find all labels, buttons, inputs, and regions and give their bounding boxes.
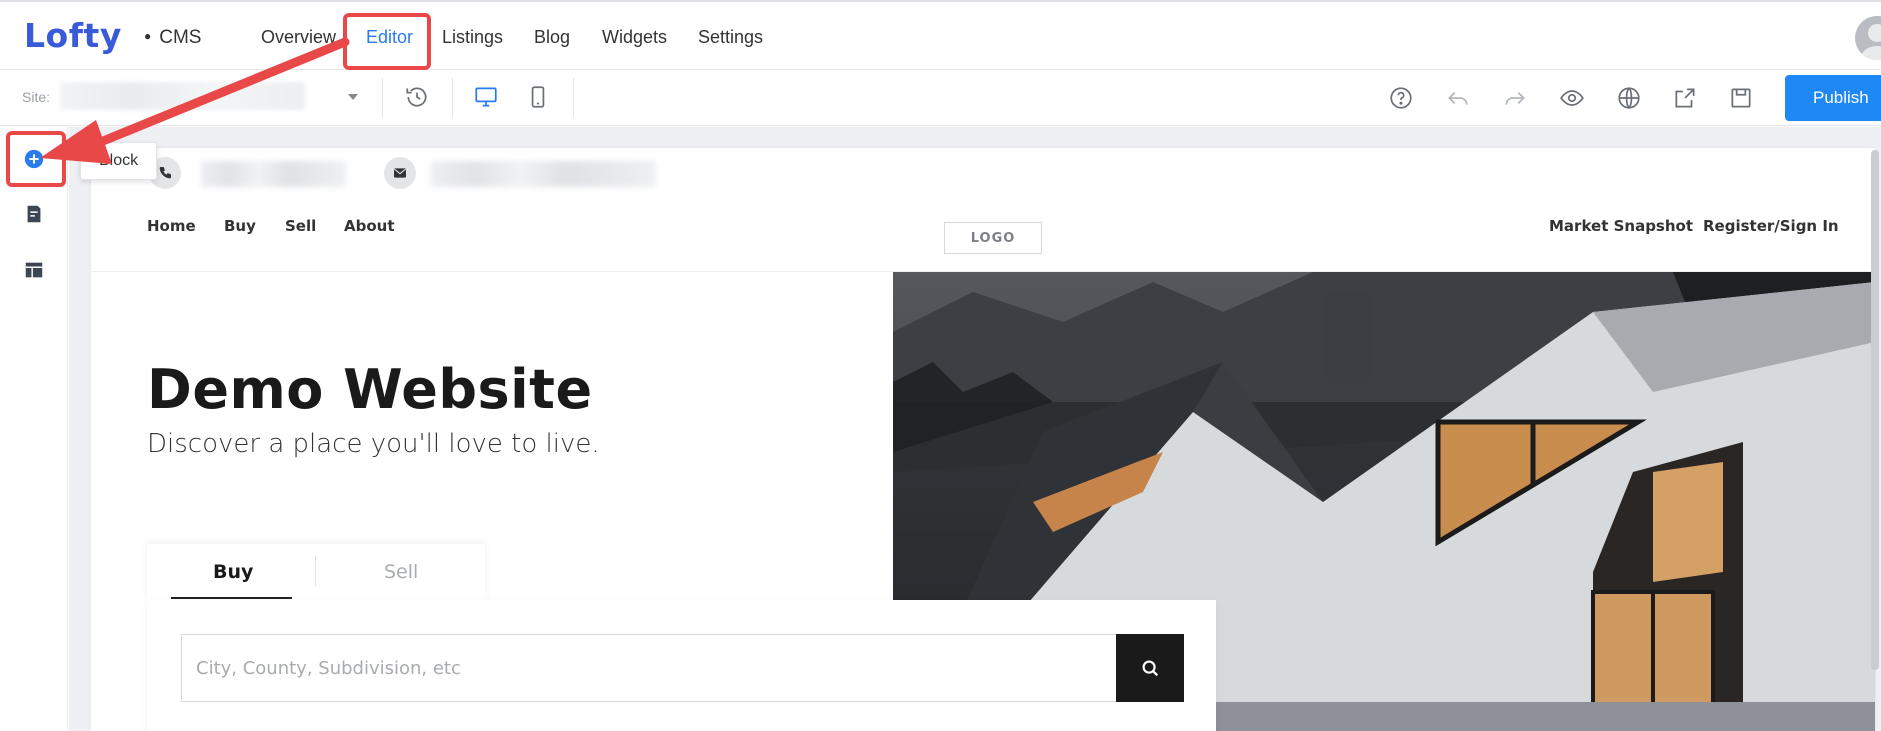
hero-title: Demo Website (147, 358, 593, 421)
history-icon[interactable] (402, 82, 432, 112)
user-avatar[interactable] (1855, 16, 1881, 60)
block-tooltip: Block (80, 142, 158, 180)
nav-settings[interactable]: Settings (698, 27, 763, 48)
desktop-icon[interactable] (471, 82, 501, 112)
nav-listings[interactable]: Listings (442, 27, 503, 48)
phone-number-redacted (201, 161, 346, 187)
toolbar-divider (452, 78, 453, 118)
search-button[interactable] (1116, 634, 1184, 702)
site-selector[interactable] (60, 82, 305, 110)
left-rail (0, 127, 68, 731)
website-preview[interactable]: Home Buy Sell About LOGO Market Snapshot… (91, 148, 1875, 731)
save-icon[interactable] (1726, 83, 1756, 113)
site-logo[interactable]: LOGO (944, 222, 1042, 254)
canvas-scrollbar[interactable] (1871, 150, 1879, 670)
top-navigation: Lofty ● CMS Overview Editor Listings Blog… (0, 0, 1881, 70)
search-panel (147, 600, 1216, 731)
layout-icon[interactable] (18, 254, 50, 286)
globe-icon[interactable] (1614, 83, 1644, 113)
product-name: ● CMS (144, 27, 202, 48)
search-tabs: Buy Sell (147, 544, 485, 600)
email-redacted (431, 161, 656, 187)
site-label: Site: (22, 89, 51, 105)
app-window: Lofty ● CMS Overview Editor Listings Blog… (0, 0, 1881, 731)
tab-sell[interactable]: Sell (384, 561, 418, 583)
help-icon[interactable] (1386, 83, 1416, 113)
share-icon[interactable] (1670, 83, 1700, 113)
site-nav-sell[interactable]: Sell (285, 217, 316, 235)
mobile-icon[interactable] (523, 82, 553, 112)
lofty-logo[interactable]: Lofty (24, 16, 122, 55)
editor-toolbar: Site: (0, 70, 1881, 126)
product-label: CMS (159, 27, 202, 48)
tab-divider (315, 556, 316, 586)
redo-icon[interactable] (1500, 83, 1530, 113)
search-icon (1142, 660, 1159, 677)
nav-blog[interactable]: Blog (534, 27, 570, 48)
site-nav-market-snapshot[interactable]: Market Snapshot (1549, 217, 1693, 235)
search-input[interactable] (181, 634, 1116, 702)
pages-icon[interactable] (18, 198, 50, 230)
site-nav-register[interactable]: Register/Sign In (1703, 217, 1839, 235)
tab-active-indicator (171, 597, 292, 599)
tab-buy[interactable]: Buy (213, 561, 253, 583)
nav-overview[interactable]: Overview (261, 27, 336, 48)
toolbar-divider (573, 78, 574, 118)
undo-icon[interactable] (1443, 83, 1473, 113)
block-highlight-box (6, 131, 66, 187)
chevron-down-icon[interactable] (348, 94, 358, 100)
publish-button[interactable]: Publish (1785, 75, 1881, 121)
editor-highlight-box (343, 13, 431, 70)
site-nav-about[interactable]: About (344, 217, 395, 235)
nav-widgets[interactable]: Widgets (602, 27, 667, 48)
preview-eye-icon[interactable] (1557, 83, 1587, 113)
hero-subtitle: Discover a place you'll love to live. (147, 429, 600, 459)
toolbar-divider (382, 78, 383, 118)
email-icon (384, 157, 416, 189)
site-nav-buy[interactable]: Buy (224, 217, 256, 235)
site-nav-home[interactable]: Home (147, 217, 196, 235)
